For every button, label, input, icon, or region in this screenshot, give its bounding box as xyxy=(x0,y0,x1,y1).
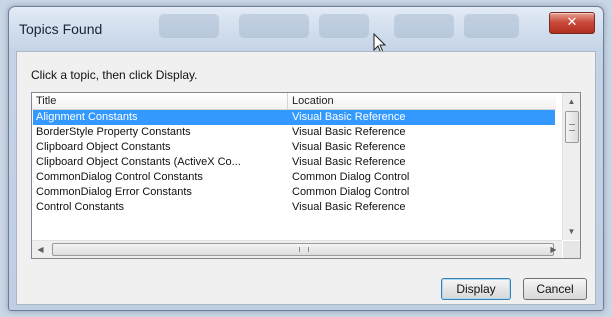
topic-title: Clipboard Object Constants (ActiveX Co..… xyxy=(36,156,241,168)
close-icon: ✕ xyxy=(566,14,578,29)
list-item[interactable]: Alignment Constants Visual Basic Referenc… xyxy=(33,110,555,125)
topic-location: Visual Basic Reference xyxy=(292,111,406,123)
scroll-up-arrow-icon[interactable]: ▲ xyxy=(563,93,580,110)
scroll-down-arrow-icon[interactable]: ▼ xyxy=(563,223,580,240)
blurred-background-area xyxy=(239,14,309,38)
topic-location: Visual Basic Reference xyxy=(292,156,406,168)
topic-title: CommonDialog Error Constants xyxy=(36,186,192,198)
dialog-body: Click a topic, then click Display. Title… xyxy=(16,51,596,305)
scroll-left-arrow-icon[interactable]: ◀ xyxy=(32,241,49,258)
scrollbar-corner xyxy=(563,241,580,258)
dialog-title: Topics Found xyxy=(19,21,103,37)
topics-list[interactable]: Title Location Alignment Constants Visual… xyxy=(31,92,581,259)
topic-location: Visual Basic Reference xyxy=(292,141,406,153)
topic-title: Clipboard Object Constants xyxy=(36,141,171,153)
column-header-title[interactable]: Title xyxy=(32,93,288,109)
topic-title: CommonDialog Control Constants xyxy=(36,171,203,183)
close-button[interactable]: ✕ xyxy=(549,12,595,34)
list-item[interactable]: Clipboard Object Constants (ActiveX Co..… xyxy=(33,155,555,170)
cancel-button[interactable]: Cancel xyxy=(523,278,587,300)
topic-title: Alignment Constants xyxy=(36,111,138,123)
dialog-window: Topics Found ✕ Click a topic, then click… xyxy=(8,6,604,311)
topic-location: Common Dialog Control xyxy=(292,171,410,183)
vertical-scrollbar[interactable]: ▲ ▼ xyxy=(562,93,580,240)
topic-location: Visual Basic Reference xyxy=(292,126,406,138)
instruction-text: Click a topic, then click Display. xyxy=(31,68,198,82)
list-item[interactable]: CommonDialog Error Constants Common Dialo… xyxy=(33,185,555,200)
blurred-background-area xyxy=(464,14,519,38)
title-bar[interactable]: Topics Found ✕ xyxy=(9,7,603,49)
topic-location: Visual Basic Reference xyxy=(292,201,406,213)
horizontal-scroll-thumb[interactable] xyxy=(52,243,554,256)
display-button[interactable]: Display xyxy=(441,278,511,300)
horizontal-scrollbar[interactable]: ◀ ▶ xyxy=(32,240,562,258)
vertical-scroll-thumb[interactable] xyxy=(565,111,579,143)
scroll-right-arrow-icon[interactable]: ▶ xyxy=(545,241,562,258)
blurred-background-area xyxy=(319,14,369,38)
blurred-background-area xyxy=(394,14,454,38)
list-item[interactable]: CommonDialog Control Constants Common Dia… xyxy=(33,170,555,185)
topic-title: BorderStyle Property Constants xyxy=(36,126,191,138)
list-item[interactable]: Clipboard Object Constants Visual Basic R… xyxy=(33,140,555,155)
topic-location: Common Dialog Control xyxy=(292,186,410,198)
column-header-location[interactable]: Location xyxy=(288,93,556,109)
topic-title: Control Constants xyxy=(36,201,125,213)
list-item[interactable]: Control Constants Visual Basic Reference xyxy=(33,200,555,215)
list-header: Title Location xyxy=(32,93,556,110)
blurred-background-area xyxy=(159,14,219,38)
list-item[interactable]: BorderStyle Property Constants Visual Bas… xyxy=(33,125,555,140)
